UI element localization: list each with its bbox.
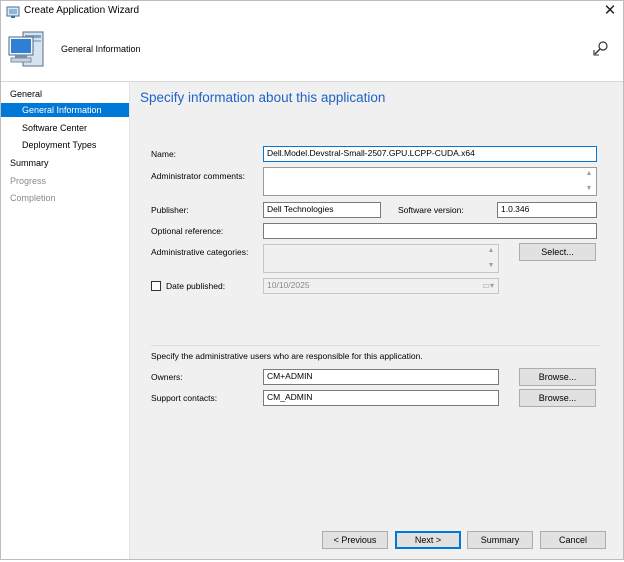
sidebar-item-general[interactable]: General [1,87,129,101]
sidebar-item-progress: Progress [10,176,47,186]
publisher-label: Publisher: [151,205,189,215]
sidebar-item-deployment-types[interactable]: Deployment Types [1,138,129,152]
admin-categories-label: Administrative categories: [151,247,249,257]
support-contacts-browse-button[interactable]: Browse... [519,389,596,407]
date-published-checkbox[interactable] [151,281,161,291]
optional-reference-label: Optional reference: [151,226,224,236]
name-input[interactable]: Dell.Model.Devstral-Small-2507.GPU.LCPP-… [263,146,597,162]
sidebar-item-general-information[interactable]: General Information [1,103,129,117]
summary-button[interactable]: Summary [467,531,533,549]
scroll-up-icon[interactable]: ▲ [584,169,594,179]
page-heading: Specify information about this applicati… [140,90,386,105]
admin-users-instruction: Specify the administrative users who are… [151,351,423,361]
software-version-label: Software version: [398,205,464,215]
wizard-sidebar: General General Information Software Cen… [1,82,130,559]
window-title: Create Application Wizard [24,5,140,16]
scroll-up-icon: ▲ [487,247,495,254]
wizard-header: General Information [1,23,623,82]
scroll-down-icon[interactable]: ▼ [584,184,594,194]
sidebar-item-completion: Completion [10,193,56,203]
next-button[interactable]: Next > [395,531,461,549]
wizard-window: Create Application Wizard ✕ General Info… [0,0,624,560]
header-title: General Information [61,44,141,54]
support-contacts-input[interactable]: CM_ADMIN [263,390,499,406]
support-contacts-label: Support contacts: [151,393,218,403]
help-icon[interactable] [592,40,610,58]
computer-icon [8,31,44,67]
date-published-label: Date published: [166,281,226,291]
section-divider [151,345,600,346]
name-label: Name: [151,149,177,159]
owners-label: Owners: [151,372,183,382]
scroll-down-icon: ▼ [487,262,495,269]
wizard-app-icon [6,6,20,18]
calendar-dropdown-icon: ▭▾ [482,281,494,290]
sidebar-item-software-center[interactable]: Software Center [1,121,129,135]
owners-browse-button[interactable]: Browse... [519,368,596,386]
optional-reference-input[interactable] [263,223,597,239]
cancel-button[interactable]: Cancel [540,531,606,549]
title-bar: Create Application Wizard ✕ [1,1,623,23]
date-published-value: 10/10/2025 [267,280,310,290]
owners-input[interactable]: CM+ADMIN [263,369,499,385]
previous-button[interactable]: < Previous [322,531,388,549]
admin-comments-label: Administrator comments: [151,171,245,181]
software-version-input[interactable]: 1.0.346 [497,202,597,218]
publisher-input[interactable]: Dell Technologies [263,202,381,218]
admin-categories-list: ▲ ▼ [263,244,499,273]
close-icon[interactable]: ✕ [599,1,621,21]
wizard-content: Specify information about this applicati… [130,82,623,559]
sidebar-item-summary[interactable]: Summary [1,156,129,170]
admin-comments-input[interactable]: ▲ ▼ [263,167,597,196]
date-published-picker: 10/10/2025 ▭▾ [263,278,499,294]
select-categories-button[interactable]: Select... [519,243,596,261]
